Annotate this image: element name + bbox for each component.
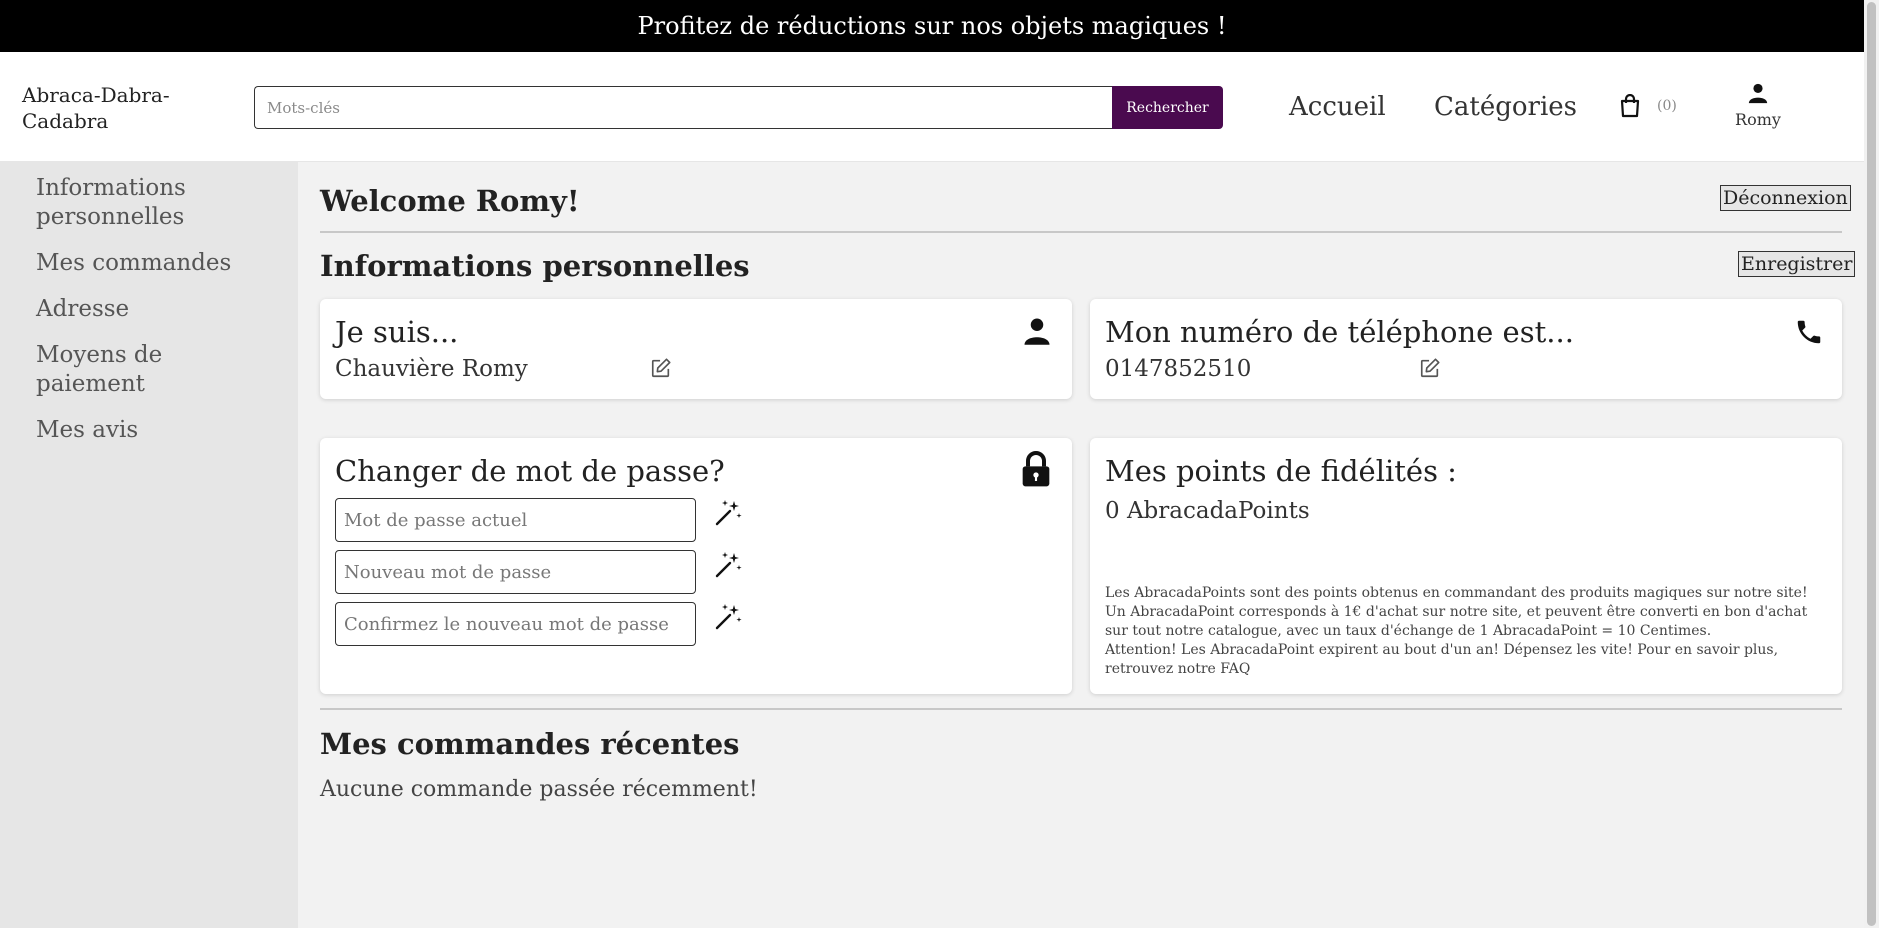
divider (320, 708, 1842, 710)
account-button[interactable]: Romy (1733, 82, 1783, 129)
confirm-password-input[interactable] (335, 602, 696, 646)
sidebar-item-address[interactable]: Adresse (0, 295, 298, 324)
sidebar-item-personal-info[interactable]: Informations personnelles (0, 174, 298, 232)
loyalty-warning-text: Attention! Les AbracadaPoint expirent au… (1105, 642, 1779, 677)
password-card: Changer de mot de passe? (320, 438, 1072, 694)
account-name: Romy (1735, 110, 1781, 129)
search-input[interactable] (254, 86, 1112, 129)
password-title: Changer de mot de passe? (335, 454, 725, 488)
save-button[interactable]: Enregistrer (1738, 251, 1856, 277)
magic-wand-icon[interactable] (713, 602, 743, 632)
welcome-title: Welcome Romy! (320, 184, 580, 218)
loyalty-points: 0 AbracadaPoints (1105, 498, 1310, 524)
sidebar-item-orders[interactable]: Mes commandes (0, 249, 298, 278)
identity-value: Chauvière Romy (335, 356, 528, 382)
phone-value: 0147852510 (1105, 356, 1252, 382)
lock-icon (1022, 451, 1050, 487)
site-logo[interactable]: Abraca-Dabra-Cadabra (22, 82, 182, 134)
site-header: Abraca-Dabra-Cadabra Rechercher Accueil … (0, 52, 1864, 162)
current-password-input[interactable] (335, 498, 696, 542)
scrollbar-thumb[interactable] (1867, 2, 1876, 926)
new-password-input[interactable] (335, 550, 696, 594)
edit-icon[interactable] (650, 357, 672, 379)
divider (320, 231, 1842, 233)
magic-wand-icon[interactable] (713, 550, 743, 580)
sidebar-item-reviews[interactable]: Mes avis (0, 416, 298, 445)
recent-orders-title: Mes commandes récentes (320, 727, 740, 761)
account-sidebar: Informations personnelles Mes commandes … (0, 162, 298, 928)
loyalty-info-text: Les AbracadaPoints sont des points obten… (1105, 585, 1808, 639)
search-button[interactable]: Rechercher (1112, 86, 1223, 129)
user-icon (1748, 83, 1768, 104)
loyalty-card: Mes points de fidélités : 0 AbracadaPoin… (1090, 438, 1842, 694)
sidebar-item-payment[interactable]: Moyens de paiement (0, 341, 298, 399)
shopping-bag-icon (1620, 94, 1640, 118)
loyalty-title: Mes points de fidélités : (1105, 454, 1457, 488)
phone-icon (1797, 320, 1821, 344)
personal-info-title: Informations personnelles (320, 249, 750, 283)
nav-link-home[interactable]: Accueil (1289, 92, 1386, 122)
user-icon (1024, 318, 1050, 345)
identity-title: Je suis... (335, 315, 459, 349)
promo-banner: Profitez de réductions sur nos objets ma… (0, 0, 1864, 52)
phone-card: Mon numéro de téléphone est... 014785251… (1090, 299, 1842, 399)
logout-button[interactable]: Déconnexion (1720, 185, 1851, 211)
edit-icon[interactable] (1419, 357, 1441, 379)
recent-orders-empty: Aucune commande passée récemment! (320, 777, 758, 802)
identity-card: Je suis... Chauvière Romy (320, 299, 1072, 399)
loyalty-description: Les AbracadaPoints sont des points obten… (1105, 584, 1830, 679)
nav-link-categories[interactable]: Catégories (1434, 92, 1577, 122)
magic-wand-icon[interactable] (713, 498, 743, 528)
account-main: Welcome Romy! Déconnexion Informations p… (298, 162, 1864, 928)
cart-button[interactable]: (0) (1619, 94, 1677, 118)
phone-title: Mon numéro de téléphone est... (1105, 315, 1574, 349)
cart-count: (0) (1657, 98, 1677, 114)
page-scrollbar[interactable] (1864, 0, 1879, 928)
promo-text: Profitez de réductions sur nos objets ma… (637, 12, 1227, 40)
